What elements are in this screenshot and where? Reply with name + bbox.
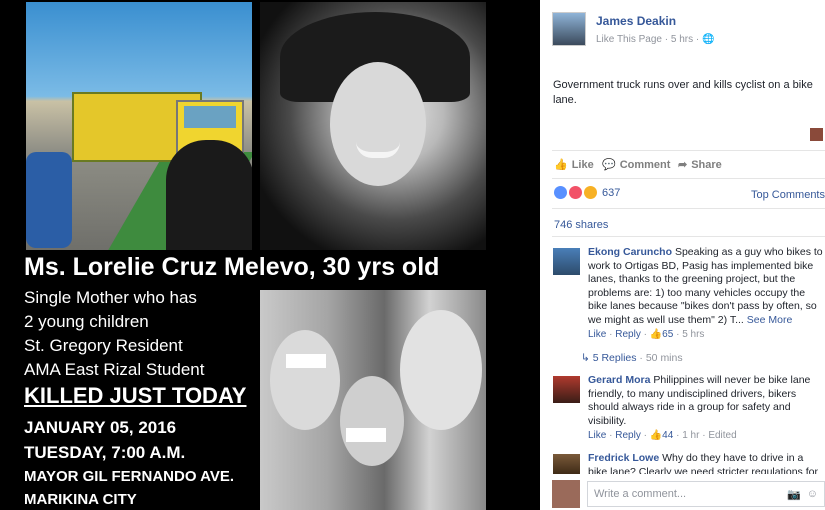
victim-name: Ms. Lorelie Cruz Melevo, 30 yrs old (24, 253, 440, 281)
page-name-link[interactable]: James Deakin (596, 14, 676, 28)
post-text: Government truck runs over and kills cyc… (553, 79, 813, 106)
like-reaction-icon (554, 186, 567, 199)
sad-reaction-icon (584, 186, 597, 199)
share-icon: ➦ (678, 159, 688, 171)
comment-like-count[interactable]: 44 (662, 430, 673, 441)
edited-label[interactable]: Edited (708, 430, 736, 441)
post-sidebar: James Deakin Like This Page · 5 hrs · 🌐 … (540, 0, 825, 510)
reaction-count[interactable]: 637 (602, 187, 620, 199)
comment-time[interactable]: 5 hrs (682, 329, 704, 340)
detail-line: Single Mother who has (24, 288, 197, 307)
commenter-name[interactable]: Fredrick Lowe (588, 452, 659, 464)
detail-line: 2 young children (24, 312, 149, 331)
replies-toggle[interactable]: ↳ 5 Replies · 50 mins (581, 352, 683, 364)
comment-reply-link[interactable]: Reply (615, 430, 641, 441)
family-photo (260, 290, 486, 510)
comment-input[interactable]: Write a comment... 📷 ☺ (587, 481, 825, 507)
detail-line: AMA East Rizal Student (24, 360, 205, 379)
replies-time: 50 mins (645, 352, 683, 364)
comment-like-link[interactable]: Like (588, 430, 606, 441)
globe-icon: 🌐 (701, 34, 715, 45)
poster-image: Ms. Lorelie Cruz Melevo, 30 yrs old Sing… (0, 0, 540, 510)
share-button[interactable]: ➦ Share (678, 158, 722, 172)
avatar[interactable] (553, 248, 580, 275)
like-button[interactable]: 👍 Like (554, 158, 594, 172)
headline: KILLED JUST TODAY (24, 383, 247, 408)
comment-like-link[interactable]: Like (588, 329, 606, 340)
comment-placeholder: Write a comment... (594, 488, 687, 500)
reactions-summary[interactable]: 637 (554, 186, 620, 199)
avatar (552, 480, 580, 508)
camera-icon[interactable]: 📷 (787, 488, 801, 501)
comment-time[interactable]: 1 hr (682, 430, 699, 441)
truck-photo (26, 2, 252, 250)
comment-composer: Write a comment... 📷 ☺ (552, 480, 825, 508)
thumbs-up-icon: 👍 (649, 430, 663, 441)
like-page-link[interactable]: Like This Page (596, 34, 662, 45)
page-avatar[interactable] (552, 12, 586, 46)
comment-reply-link[interactable]: Reply (615, 329, 641, 340)
love-reaction-icon (569, 186, 582, 199)
user-thumbnail[interactable] (810, 128, 823, 141)
commenter-name[interactable]: Gerard Mora (588, 374, 650, 386)
thumbs-up-icon: 👍 (649, 329, 663, 340)
top-comments-dropdown[interactable]: Top Comments (751, 189, 825, 201)
reply-arrow-icon: ↳ (581, 352, 593, 364)
thumbs-up-icon: 👍 (554, 159, 568, 171)
detail-line: St. Gregory Resident (24, 336, 183, 355)
place-line: MAYOR GIL FERNANDO AVE. (24, 468, 235, 485)
comment-button[interactable]: 💬 Comment (602, 158, 670, 172)
shares-link[interactable]: 746 shares (554, 219, 608, 231)
replies-count[interactable]: 5 Replies (593, 352, 637, 364)
portrait-photo (260, 2, 486, 250)
avatar[interactable] (553, 454, 580, 474)
place-line: MARIKINA CITY (24, 491, 137, 508)
time-line: TUESDAY, 7:00 A.M. (24, 443, 186, 462)
comment-like-count[interactable]: 65 (662, 329, 673, 340)
comment-icon: 💬 (602, 159, 616, 171)
date-line: JANUARY 05, 2016 (24, 418, 177, 437)
post-time[interactable]: 5 hrs (671, 34, 693, 45)
post-meta: Like This Page · 5 hrs · 🌐 (596, 34, 715, 45)
comment-item: Fredrick Lowe Why do they have to drive … (553, 452, 825, 474)
commenter-name[interactable]: Ekong Caruncho (588, 246, 672, 258)
sticker-icon[interactable]: ☺ (807, 488, 818, 501)
avatar[interactable] (553, 376, 580, 403)
see-more-link[interactable]: See More (747, 314, 793, 326)
